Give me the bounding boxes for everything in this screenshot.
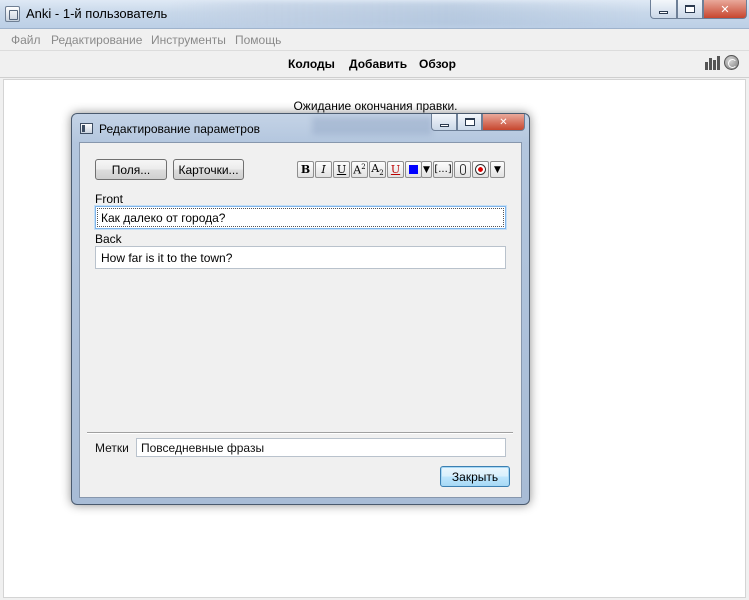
superscript-button[interactable]: A2: [351, 161, 368, 178]
dialog-window-controls: ✕: [431, 114, 525, 131]
cards-button[interactable]: Карточки...: [173, 159, 244, 180]
underline-icon: U: [336, 163, 347, 176]
maximize-icon: [685, 5, 695, 13]
record-button[interactable]: [472, 161, 489, 178]
paperclip-icon: [459, 164, 466, 175]
minimize-button[interactable]: [650, 0, 677, 19]
dialog-close-x-button[interactable]: ✕: [482, 114, 525, 131]
minimize-icon: [439, 123, 449, 127]
close-icon: ✕: [720, 3, 730, 16]
bold-icon: B: [300, 163, 311, 176]
divider: [87, 432, 513, 434]
chevron-down-icon: ▼: [494, 164, 501, 175]
main-titlebar[interactable]: Anki - 1-й пользователь ✕: [0, 0, 749, 29]
menu-edit[interactable]: Редактирование: [51, 33, 142, 47]
attach-button[interactable]: [454, 161, 471, 178]
menu-tools[interactable]: Инструменты: [151, 33, 226, 47]
menu-file[interactable]: Файл: [11, 33, 41, 47]
dialog-maximize-button[interactable]: [457, 114, 482, 131]
dialog-window-icon: [80, 123, 93, 134]
fields-button[interactable]: Поля...: [95, 159, 167, 180]
front-field-input[interactable]: Как далеко от города?: [95, 206, 506, 229]
maximize-button[interactable]: [677, 0, 703, 19]
sync-icon[interactable]: [724, 55, 739, 70]
back-field-input[interactable]: How far is it to the town?: [95, 246, 506, 269]
main-toolbar: Колоды Добавить Обзор: [0, 51, 749, 78]
text-color-button[interactable]: [405, 161, 422, 178]
dialog-minimize-button[interactable]: [431, 114, 457, 131]
underline-button[interactable]: U: [333, 161, 350, 178]
anki-app-icon: [5, 6, 20, 22]
waiting-message: Ожидание окончания правки.: [293, 99, 458, 113]
dialog-title: Редактирование параметров: [99, 122, 261, 136]
superscript-icon: A2: [353, 162, 366, 177]
add-link[interactable]: Добавить: [349, 57, 407, 71]
chevron-down-icon: ▼: [423, 164, 430, 175]
tags-label: Метки: [95, 441, 129, 455]
subscript-icon: A2: [371, 161, 384, 178]
more-format-button[interactable]: ▼: [490, 161, 505, 178]
menu-bar: Файл Редактирование Инструменты Помощь: [0, 29, 749, 51]
back-field-label: Back: [95, 232, 122, 246]
clear-format-icon: U: [390, 163, 401, 176]
italic-icon: I: [321, 163, 326, 176]
color-swatch-icon: [409, 165, 418, 174]
window-title: Anki - 1-й пользователь: [26, 6, 168, 21]
minimize-icon: [659, 10, 668, 14]
tags-input[interactable]: Повседневные фразы: [136, 438, 506, 457]
cloze-icon: [...]: [434, 164, 452, 175]
maximize-icon: [464, 118, 475, 126]
decks-link[interactable]: Колоды: [288, 57, 335, 71]
subscript-button[interactable]: A2: [369, 161, 386, 178]
window-controls: ✕: [650, 0, 747, 19]
record-icon: [475, 164, 486, 175]
menu-help[interactable]: Помощь: [235, 33, 281, 47]
browse-link[interactable]: Обзор: [419, 57, 456, 71]
dialog-title-backdrop: [312, 117, 432, 135]
close-window-button[interactable]: ✕: [703, 0, 747, 19]
close-icon: ✕: [499, 116, 508, 128]
front-field-label: Front: [95, 192, 124, 206]
close-button[interactable]: Закрыть: [440, 466, 510, 487]
cloze-button[interactable]: [...]: [433, 161, 453, 178]
italic-button[interactable]: I: [315, 161, 332, 178]
stats-icon[interactable]: [705, 56, 721, 70]
titlebar-backdrop: [170, 2, 640, 26]
bold-button[interactable]: B: [297, 161, 314, 178]
color-menu-button[interactable]: ▼: [421, 161, 432, 178]
clear-format-button[interactable]: U: [387, 161, 404, 178]
